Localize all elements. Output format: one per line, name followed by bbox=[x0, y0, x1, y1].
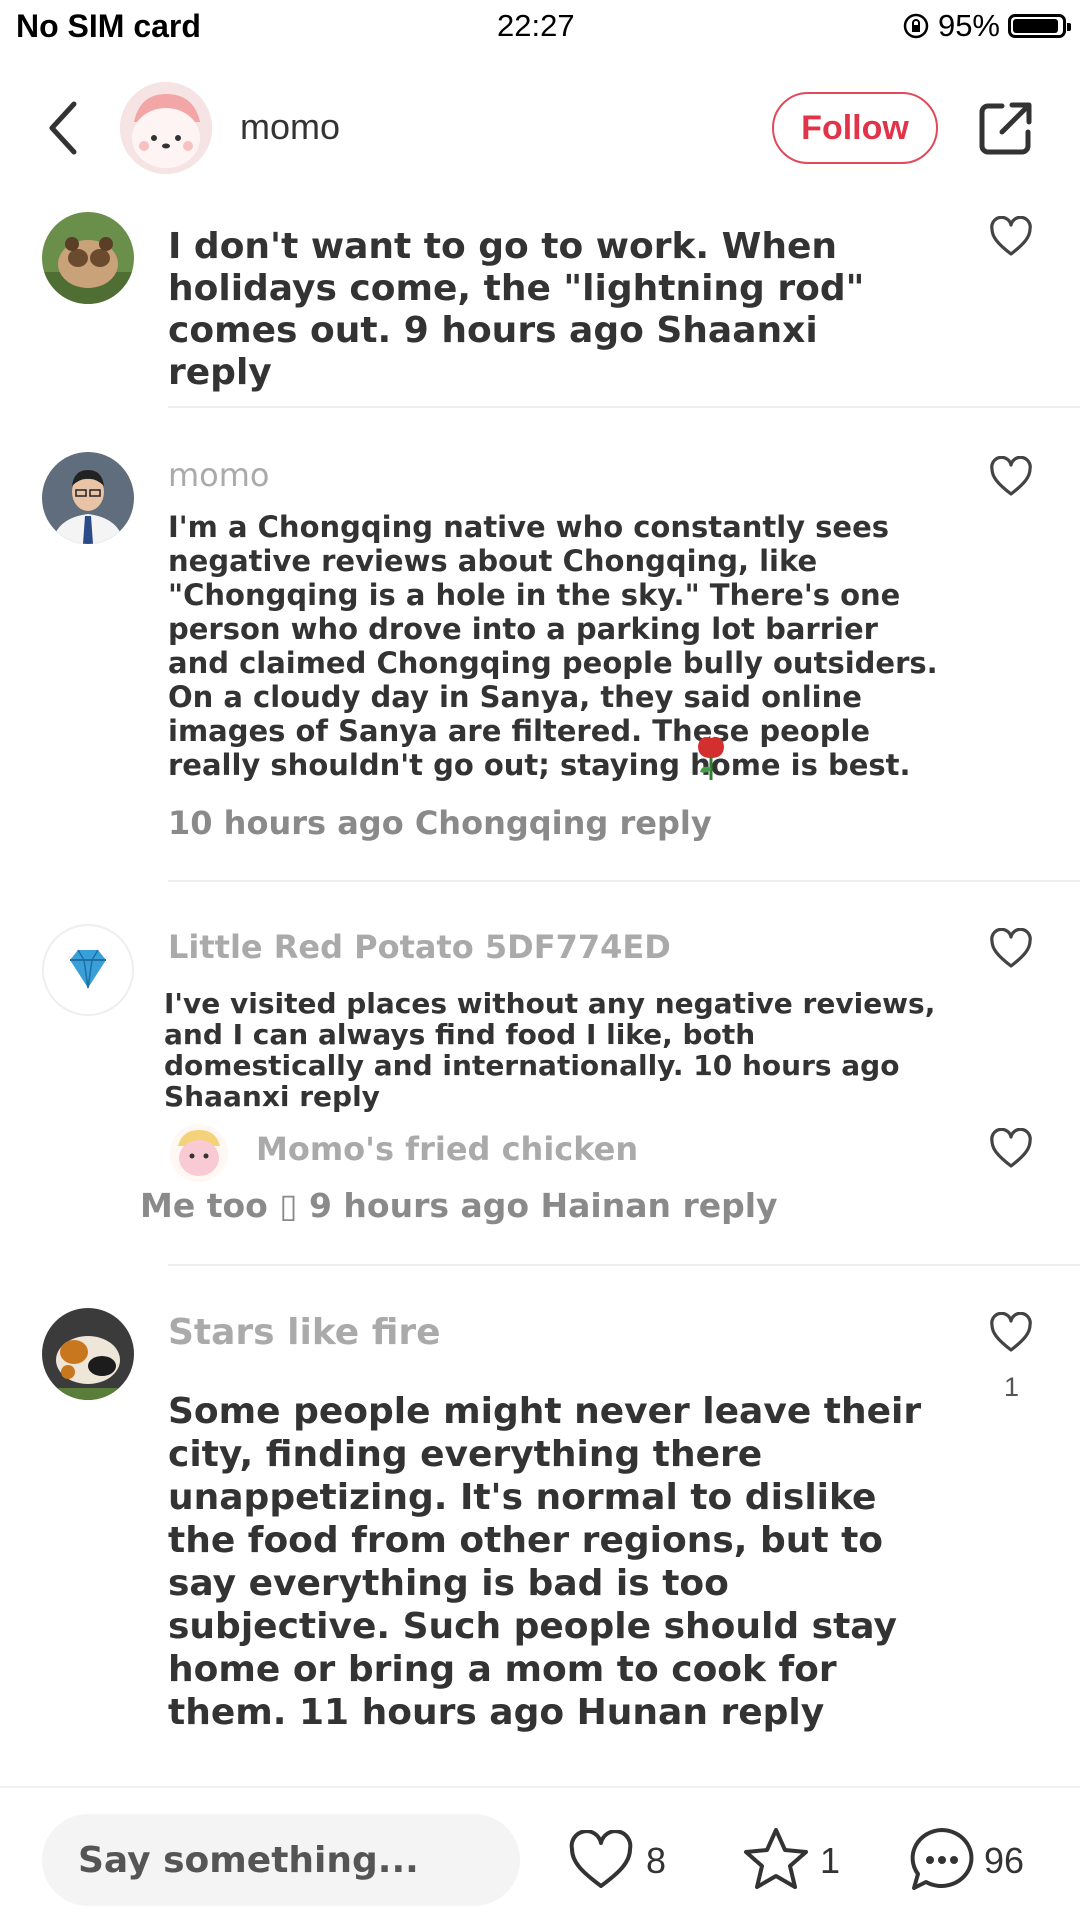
like-count: 8 bbox=[646, 1840, 667, 1881]
comment-text: I've visited places without any negative… bbox=[164, 987, 936, 1113]
comment-divider bbox=[168, 880, 1080, 882]
status-right: 95% bbox=[902, 8, 1071, 44]
comment-divider bbox=[168, 1264, 1080, 1266]
comment-divider bbox=[168, 406, 1080, 408]
carrier-label: No SIM card bbox=[16, 8, 201, 44]
comment-count: 96 bbox=[984, 1840, 1025, 1881]
like-count: 1 bbox=[1004, 1372, 1020, 1402]
share-icon[interactable] bbox=[978, 100, 1034, 156]
like-heart-icon[interactable] bbox=[988, 216, 1034, 258]
back-arrow-icon[interactable] bbox=[44, 100, 84, 156]
follow-button[interactable]: Follow bbox=[772, 92, 938, 164]
commenter-name[interactable]: Stars like fire bbox=[168, 1312, 441, 1353]
like-heart-icon[interactable] bbox=[988, 928, 1034, 970]
star-collect-icon[interactable] bbox=[742, 1826, 810, 1892]
bottom-bar-divider bbox=[0, 1786, 1080, 1788]
battery-percent: 95% bbox=[937, 8, 1000, 43]
comment-text: I'm a Chongqing native who constantly se… bbox=[168, 510, 938, 782]
like-heart-icon[interactable] bbox=[988, 1312, 1034, 1354]
author-name[interactable]: momo bbox=[240, 106, 340, 148]
star-count: 1 bbox=[820, 1840, 841, 1881]
comment-text: Some people might never leave their city… bbox=[168, 1391, 922, 1733]
commenter-avatar[interactable] bbox=[42, 1308, 134, 1400]
commenter-avatar[interactable] bbox=[42, 452, 134, 544]
orientation-lock-icon bbox=[903, 13, 929, 39]
commenter-name[interactable]: Little Red Potato 5DF774ED bbox=[168, 928, 671, 966]
reply-text: Me too ▯ 9 hours ago Hainan reply bbox=[140, 1186, 778, 1225]
reply-avatar[interactable] bbox=[170, 1124, 228, 1182]
commenter-avatar[interactable] bbox=[42, 924, 134, 1016]
like-heart-icon[interactable] bbox=[988, 456, 1034, 498]
like-heart-icon[interactable] bbox=[988, 1128, 1034, 1170]
commenter-avatar[interactable] bbox=[42, 212, 134, 304]
author-avatar[interactable] bbox=[120, 82, 212, 174]
comment-input[interactable]: Say something... bbox=[42, 1814, 520, 1906]
status-bar: No SIM card 22:27 95% bbox=[0, 0, 1080, 56]
like-heart-icon[interactable] bbox=[568, 1830, 634, 1890]
reply-username[interactable]: Momo's fried chicken bbox=[256, 1130, 638, 1168]
comment-bubble-icon[interactable] bbox=[908, 1826, 976, 1894]
commenter-name[interactable]: momo bbox=[168, 456, 270, 494]
comment-meta[interactable]: 10 hours ago Chongqing reply bbox=[168, 804, 712, 842]
comment-text: I don't want to go to work. When holiday… bbox=[168, 226, 865, 393]
rose-sticker-icon bbox=[698, 737, 724, 780]
clock: 22:27 bbox=[497, 8, 575, 43]
battery-icon bbox=[1008, 14, 1071, 38]
